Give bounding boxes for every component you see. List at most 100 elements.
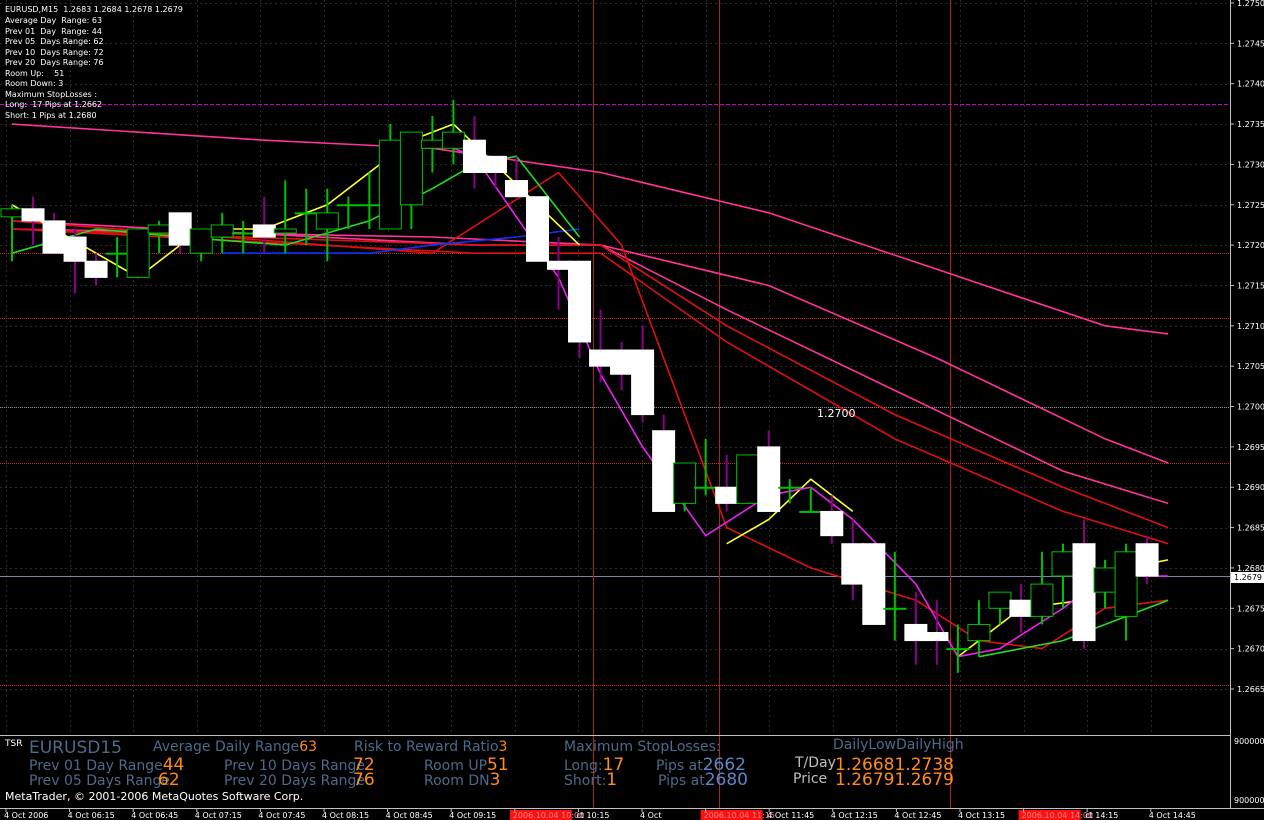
candle-body-up [1114,551,1138,617]
tsr-price-values: 1.26791.2679 [835,770,954,790]
current-price-text: 1.2679 [1234,573,1262,582]
y-tick-label: 1.2730 [1237,160,1264,169]
y-tick-label: 1.2685 [1237,524,1264,533]
price-level-label: 1.2700 [817,407,856,420]
candle-body-up [736,454,760,504]
candle-body-up [399,131,423,206]
candle-body-down [1135,543,1159,577]
candle-body-up [273,228,297,234]
candle-body-up [967,623,991,642]
candle-body-down [1072,543,1096,642]
y-tick-label: 1.2725 [1237,201,1264,210]
chart-header: EURUSD,M15 1.2683 1.2684 1.2678 1.2679 [5,5,183,14]
candle-body-down [462,139,486,173]
candle-body-down [757,446,781,512]
candle-body-down [84,260,108,278]
y-tick-label: 1.2695 [1237,443,1264,452]
candle-body-up [1093,567,1117,593]
candle-body-up [883,607,907,610]
x-tick-label: 4 Oct 06:45 [131,811,178,820]
tsr-price: Price [793,771,828,787]
x-tick-label: ct 10:15 [576,811,609,820]
indicator-name: TSR [5,739,23,749]
indicator-axis-top: 900000 [1234,737,1264,746]
candle-body-down [631,349,655,416]
candle-body-up [988,591,1012,609]
candle-body-up [357,204,381,207]
candle-body-up [147,224,171,234]
x-tick-label: 2006.10.04 11:15 [704,811,775,820]
x-tick-label: 2006.10.04 10:00 [513,811,584,820]
tsr-short-pips: Pips at2680 [658,770,748,790]
info-line: Short: 1 Pips at 1.2680 [5,110,97,120]
candle-body-down [526,196,549,262]
x-tick-label: 4 Oct 07:45 [258,811,305,820]
candle-body-down [252,224,276,238]
candle-body-up [1051,551,1075,577]
candle-body-up [799,510,823,513]
y-tick-label: 1.2700 [1237,403,1264,412]
tsr-max-stoplosses: Maximum StopLosses: [564,739,721,755]
candle-body-up [946,648,970,651]
candle-body-down [904,623,928,642]
tsr-tday: T/Day [795,755,836,771]
candle-body-up [210,224,234,238]
tsr-short: Short:1 [564,770,618,790]
candle-body-down [862,543,886,625]
x-tick-label: 4 Oct 12:45 [894,811,941,820]
tsr-prev20: Prev 20 Days Range76 [224,770,375,790]
tsr-room-dn: Room DN3 [424,770,501,790]
x-tick-label: 4 Oct 08:45 [386,811,433,820]
candle-body-up [189,228,213,254]
candle-body-up [294,212,318,215]
tsr-risk-reward: Risk to Reward Ratio3 [354,739,508,755]
y-tick-label: 1.2720 [1237,241,1264,250]
candle-body-up [105,252,129,255]
info-line: Maximum StopLosses : [5,89,98,99]
candle-body-down [63,236,87,262]
candle-body-up [420,139,444,149]
candle-body-up [694,486,718,489]
candle-body-down [1009,599,1033,617]
candle-body-up [673,462,697,504]
y-tick-label: 1.2710 [1237,322,1264,331]
tsr-prev05: Prev 05 Days Range62 [29,770,180,790]
tsr-symbol: EURUSD15 [29,738,122,758]
candle-body-up [126,228,150,278]
candle-body-down [715,486,739,504]
candle-body-up [0,208,24,218]
x-tick-label: 4 Oct 11:45 [767,811,814,820]
price-chart[interactable]: 1.2750 1.2745 1.2740 1.2735 1.2730 1.2725 1.27… [0,0,1264,820]
candle-body-down [547,260,571,270]
info-line: Prev 01 Day Range: 44 [5,26,102,36]
candle-body-up [336,204,360,207]
candle-body-up [315,212,339,230]
candle-body-down [589,349,613,367]
info-line: Prev 20 Days Range: 76 [5,58,104,67]
info-line: Long: 17 Pips at 1.2662 [5,100,103,109]
y-tick-label: 1.2750 [1237,0,1264,8]
x-tick-label: 4 Oct 2006 [4,811,48,820]
x-tick-label: 4 Oct 09:15 [449,811,496,820]
y-tick-label: 1.2735 [1237,120,1264,129]
y-tick-label: 1.2715 [1237,281,1264,290]
copyright-text: MetaTrader, © 2001-2006 MetaQuotes Softw… [5,790,304,803]
info-line: Room Down: 3 [5,79,64,88]
x-tick-label: 4 Oct 13:15 [958,811,1005,820]
y-tick-label: 1.2705 [1237,362,1264,371]
candle-body-down [925,632,949,642]
candle-body-up [231,232,255,235]
info-line: Prev 10 Days Range: 72 [5,47,104,57]
y-tick-label: 1.2665 [1237,685,1264,694]
tsr-avg-range: Average Daily Range63 [153,739,318,755]
y-tick-label: 1.2675 [1237,604,1264,613]
candle-body-down [652,430,676,512]
x-tick-label: 4 Oct [640,811,661,820]
x-tick-label: 4 Oct 06:15 [68,811,115,820]
info-line: Room Up: 51 [5,68,65,78]
y-tick-label: 1.2740 [1237,80,1264,89]
y-tick-label: 1.2670 [1237,645,1264,654]
indicator-axis-bottom: 900000 [1234,796,1264,805]
candle-body-up [1030,583,1054,617]
candle-body-up [778,486,802,489]
